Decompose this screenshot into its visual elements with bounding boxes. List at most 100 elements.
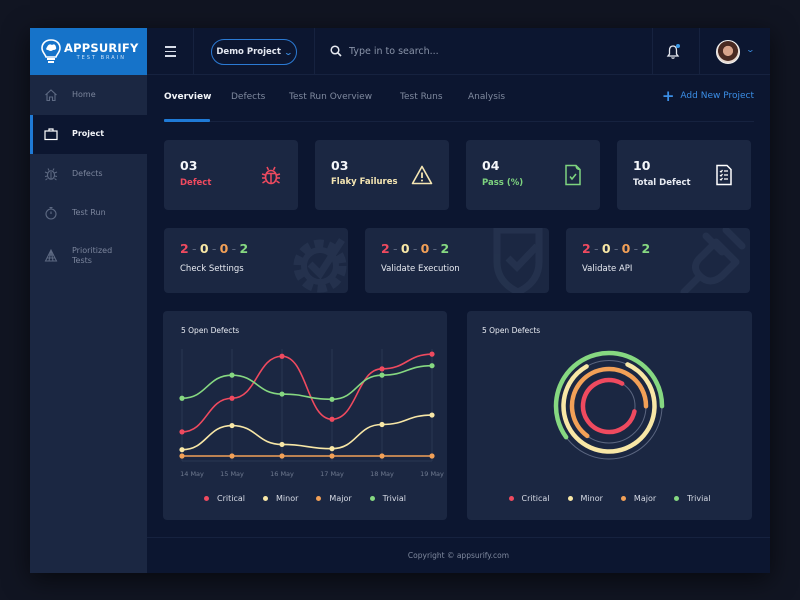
test-card-label: Validate API — [582, 264, 633, 274]
sidebar-item-label: Test Run — [72, 208, 106, 218]
radial-chart — [553, 350, 665, 462]
data-point-trivial — [229, 372, 235, 378]
stat-label: Total Defect — [633, 178, 691, 188]
search-icon — [330, 45, 342, 57]
legend-label: Critical — [217, 494, 246, 503]
legend-item-minor: Minor — [263, 494, 298, 503]
tab-defects[interactable]: Defects — [231, 92, 265, 102]
legend-item-critical: Critical — [204, 494, 245, 503]
sidebar-item-project[interactable]: Project — [30, 114, 147, 154]
menu-toggle-button[interactable] — [147, 28, 194, 75]
stat-value: 10 — [633, 158, 651, 173]
warning-icon — [411, 165, 433, 185]
home-icon — [44, 88, 58, 102]
data-point-minor — [329, 446, 335, 452]
legend-label: Major — [329, 494, 352, 503]
legend-item-minor: Minor — [567, 494, 603, 503]
x-tick-label: 19 May — [420, 470, 444, 478]
major-count: 0 — [621, 241, 631, 256]
user-avatar[interactable] — [716, 40, 740, 64]
trivial-count: 2 — [440, 241, 450, 256]
sidebar-item-home[interactable]: Home — [30, 75, 147, 115]
chart-legend: Critical Minor Major Trivial — [467, 494, 752, 503]
stat-label: Flaky Failures — [331, 177, 398, 187]
x-tick-label: 16 May — [270, 470, 294, 478]
test-card-check-settings[interactable]: 2-0-0-2 Check Settings — [164, 228, 348, 293]
legend-dot — [316, 496, 322, 501]
legend-label: Minor — [276, 494, 299, 503]
sidebar-item-defects[interactable]: Defects — [30, 154, 147, 194]
pyramid-icon — [44, 249, 58, 263]
series-line-trivial — [181, 364, 433, 401]
trivial-count: 2 — [239, 241, 249, 256]
data-point-trivial — [179, 395, 185, 401]
footer: Copyright © appsurify.com — [147, 537, 770, 573]
critical-count: 2 — [582, 241, 591, 256]
legend-label: Major — [633, 494, 657, 503]
data-point-trivial — [379, 372, 385, 378]
legend-dot — [567, 496, 573, 501]
tab-test-runs[interactable]: Test Runs — [400, 92, 443, 102]
main-content: Overview Defects Test Run Overview Test … — [147, 75, 770, 573]
data-point-critical — [179, 429, 185, 435]
stat-card-defect[interactable]: 03 Defect — [164, 140, 298, 210]
minor-count: 0 — [601, 241, 611, 256]
stopwatch-icon — [44, 206, 58, 220]
search-input[interactable] — [349, 45, 599, 57]
data-point-minor — [229, 422, 235, 429]
data-point-major — [279, 453, 285, 459]
sidebar-item-label: Defects — [72, 168, 103, 178]
legend-item-major: Major — [316, 494, 352, 503]
stat-card-pass[interactable]: 04 Pass (%) — [466, 140, 600, 210]
data-point-major — [229, 453, 235, 459]
stat-card-total-defect[interactable]: 10 Total Defect — [617, 140, 751, 210]
project-selector[interactable]: Demo Project ⌄ — [211, 39, 297, 65]
arc-critical — [580, 377, 638, 435]
search-bar — [330, 41, 630, 61]
legend-label: Trivial — [382, 494, 406, 503]
data-point-critical — [329, 416, 335, 422]
lightbulb-brain-icon — [41, 38, 61, 63]
notifications-button[interactable] — [666, 44, 680, 60]
tab-analysis[interactable]: Analysis — [468, 92, 505, 102]
data-point-minor — [379, 421, 385, 428]
add-new-project-label: Add New Project — [680, 91, 754, 101]
add-new-project-button[interactable]: + Add New Project — [661, 87, 754, 105]
critical-count: 2 — [180, 241, 189, 256]
gear-check-icon — [293, 238, 347, 293]
data-point-critical — [379, 366, 385, 372]
divider — [699, 28, 700, 75]
test-card-validate-api[interactable]: 2-0-0-2 Validate API — [566, 228, 750, 293]
stat-card-flaky-failures[interactable]: 03 Flaky Failures — [315, 140, 449, 210]
series-line-minor — [181, 414, 433, 451]
data-point-major — [329, 453, 335, 459]
tab-test-run-overview[interactable]: Test Run Overview — [289, 92, 372, 102]
test-counts: 2-0-0-2 — [582, 241, 651, 256]
plus-icon: + — [661, 87, 675, 105]
data-point-minor — [429, 412, 435, 418]
tab-overview[interactable]: Overview — [164, 92, 211, 102]
legend-item-critical: Critical — [508, 494, 550, 503]
data-point-critical — [429, 351, 435, 357]
data-point-critical — [229, 395, 235, 401]
sidebar-item-prioritized-tests[interactable]: Prioritized Tests — [30, 233, 147, 279]
sidebar-item-test-run[interactable]: Test Run — [30, 194, 147, 234]
legend-item-trivial: Trivial — [674, 494, 710, 503]
legend-label: Trivial — [687, 494, 711, 503]
brand-name: APPSURIFY — [64, 41, 139, 55]
stat-value: 04 — [482, 158, 500, 173]
copyright-text: Copyright © appsurify.com — [407, 551, 510, 560]
test-card-validate-execution[interactable]: 2-0-0-2 Validate Execution — [365, 228, 549, 293]
project-selector-label: Demo Project — [216, 47, 281, 57]
data-point-major — [429, 453, 435, 459]
stat-value: 03 — [331, 158, 349, 173]
chevron-down-icon[interactable]: ⌄ — [746, 45, 755, 54]
brand-logo[interactable]: APPSURIFY TEST BRAIN — [30, 28, 147, 75]
x-tick-label: 17 May — [320, 470, 344, 478]
test-counts: 2-0-0-2 — [381, 241, 450, 256]
data-point-major — [379, 453, 385, 459]
stat-label: Defect — [180, 178, 212, 188]
tab-bar: Overview Defects Test Run Overview Test … — [164, 75, 754, 122]
notification-badge — [676, 44, 680, 48]
sidebar-item-label: Project — [72, 129, 105, 139]
